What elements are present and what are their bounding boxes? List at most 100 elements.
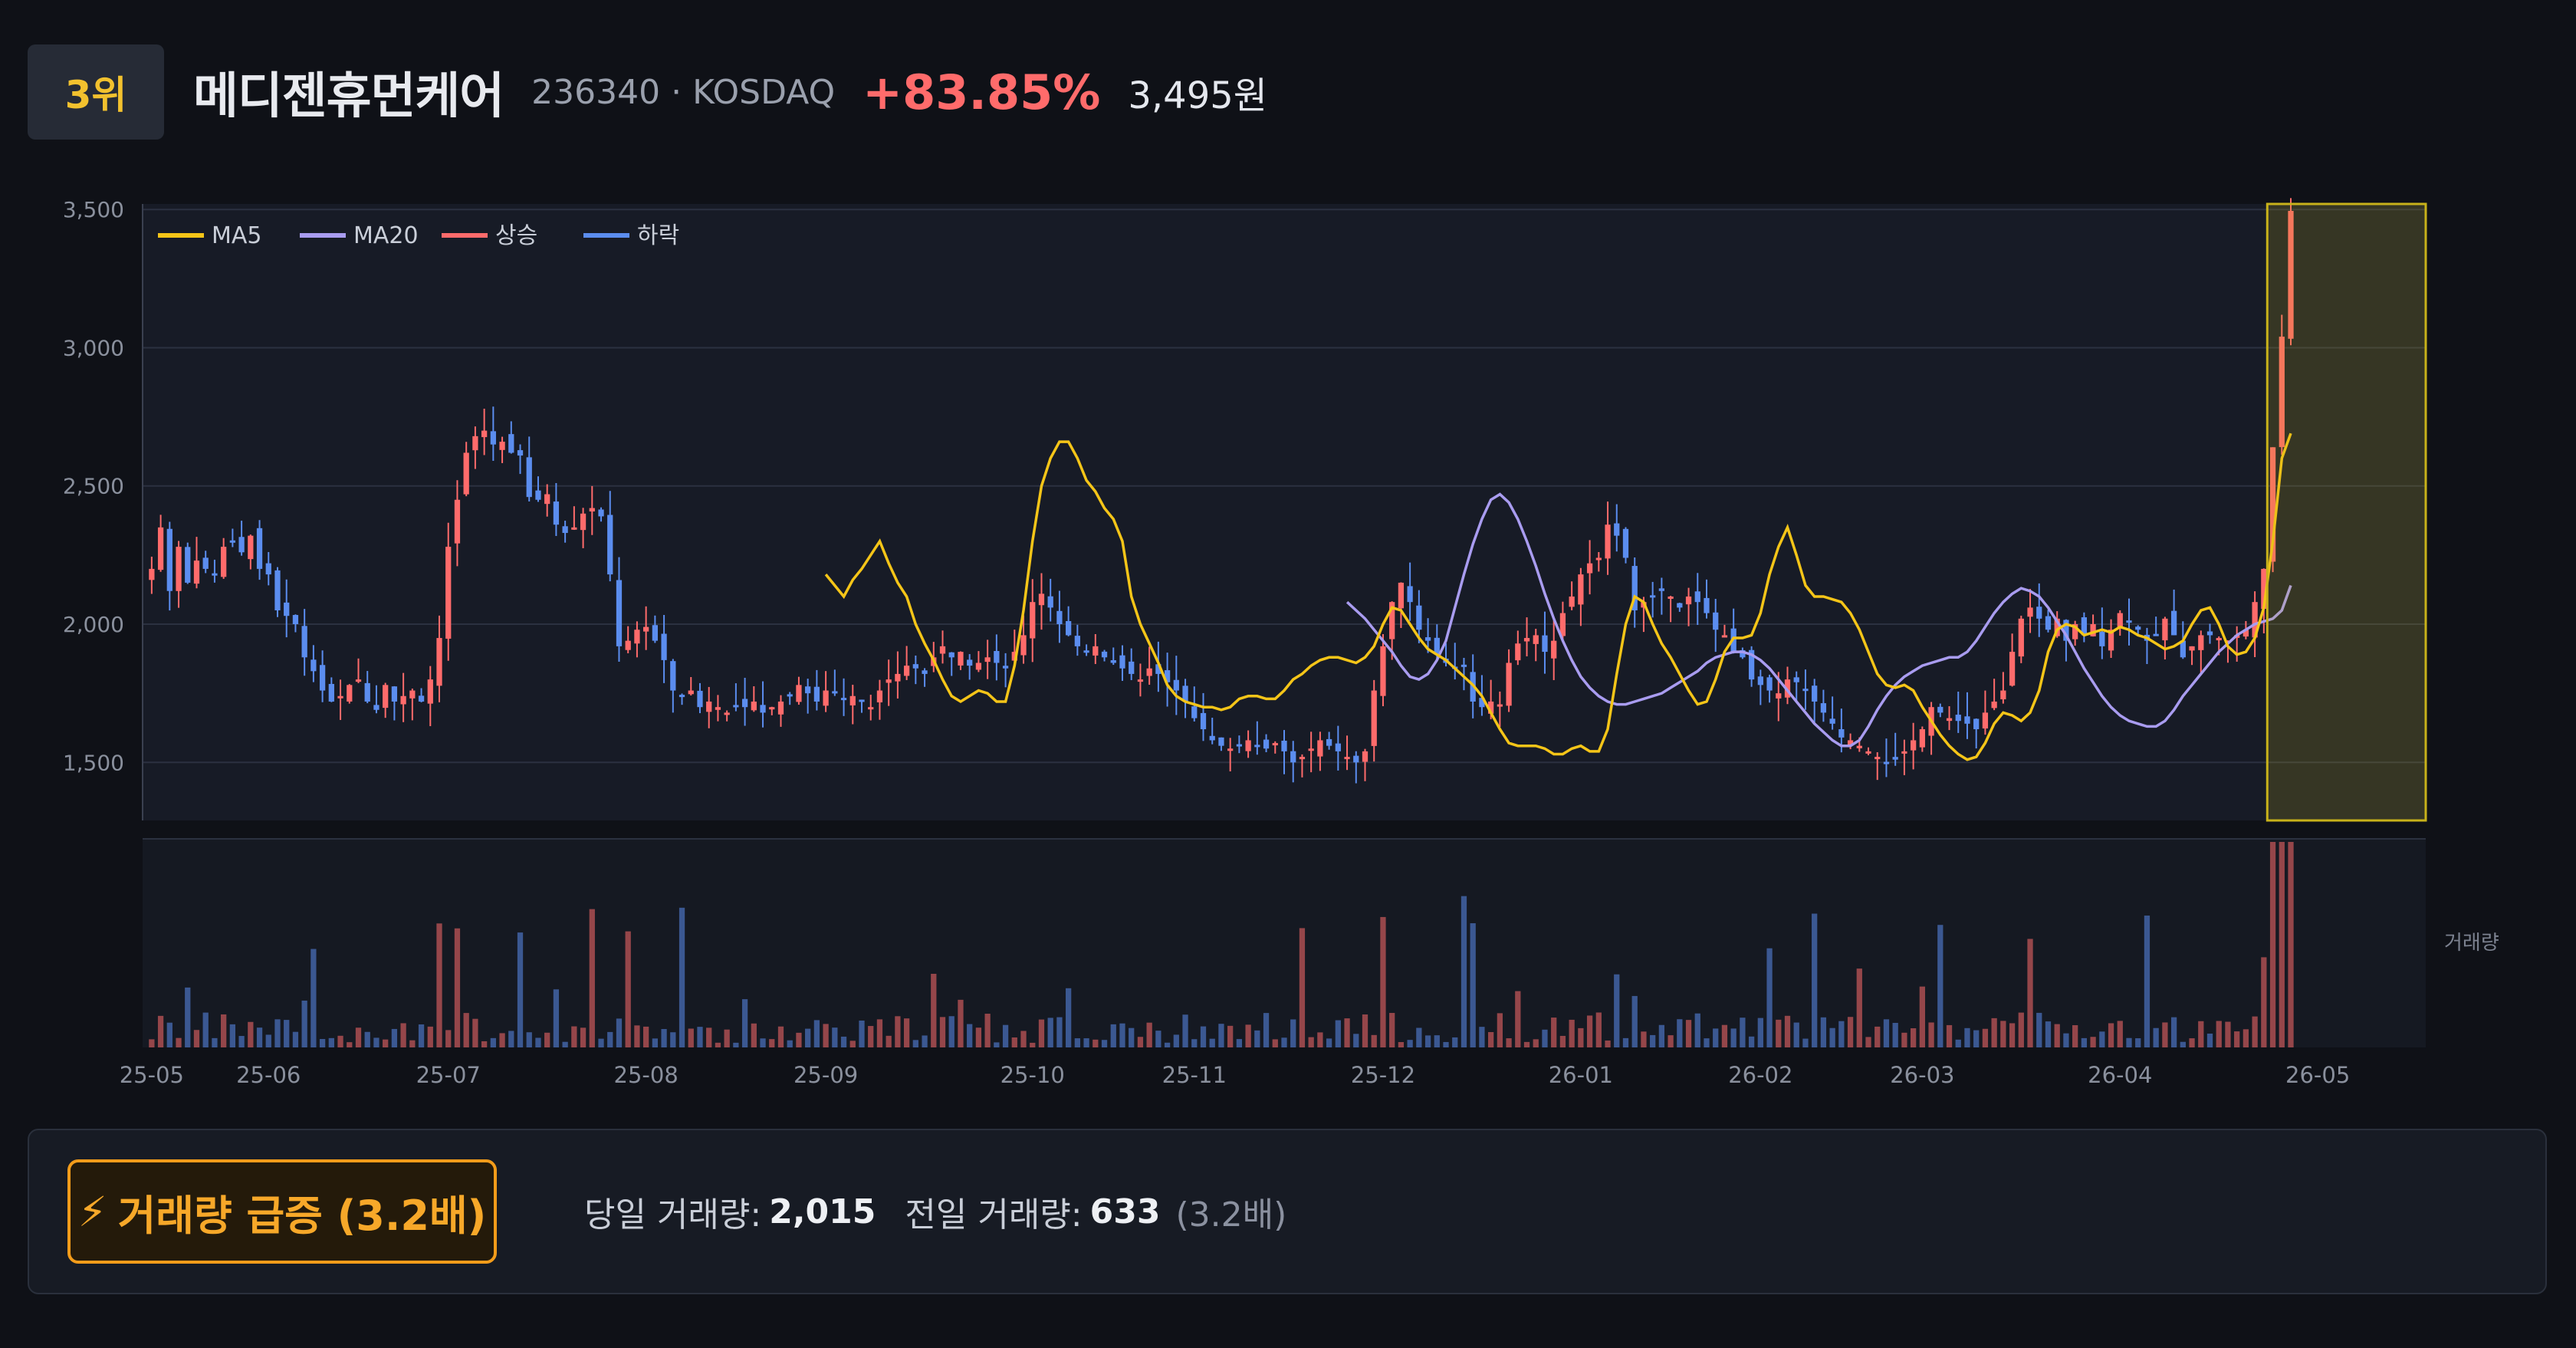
candle-body: [319, 665, 326, 691]
volume-bar: [1595, 1012, 1602, 1047]
candle-body: [2198, 635, 2204, 650]
candle-body: [1137, 679, 1144, 682]
volume-bar: [607, 1031, 613, 1047]
volume-bar: [193, 1030, 200, 1047]
volume-bar: [751, 1023, 757, 1047]
candle-body: [472, 436, 478, 451]
volume-bar: [1856, 968, 1862, 1047]
volume-bar: [1155, 1031, 1162, 1047]
candle-body: [922, 670, 928, 674]
volume-bar: [1460, 896, 1467, 1047]
volume-bar: [310, 949, 317, 1047]
volume-bar: [1542, 1029, 1548, 1047]
volume-bar: [1272, 1039, 1278, 1047]
volume-bar: [499, 1033, 505, 1047]
candle-body: [562, 526, 568, 534]
volume-bar: [409, 1040, 416, 1047]
candle-body: [1020, 635, 1027, 656]
volume-bar: [1227, 1025, 1234, 1047]
candle-body: [2000, 690, 2006, 700]
volume-surge-badge[interactable]: ⚡ 거래량 급증 (3.2배): [67, 1159, 497, 1264]
volume-bar: [1380, 916, 1386, 1047]
candle-body: [2170, 610, 2177, 636]
candle-body: [1074, 636, 1080, 646]
volume-bar: [1263, 1013, 1270, 1047]
volume-bar: [221, 1014, 227, 1047]
volume-bar: [832, 1027, 838, 1047]
candle-body: [1865, 751, 1871, 754]
candle-body: [1964, 716, 1970, 724]
volume-bar: [796, 1032, 802, 1047]
volume-bar: [1002, 1024, 1009, 1047]
candle-body: [1083, 650, 1089, 653]
candle-body: [1460, 664, 1467, 667]
volume-bar: [400, 1023, 406, 1047]
volume-bar: [383, 1039, 389, 1047]
volume-bar: [1488, 1031, 1494, 1047]
volume-bar: [481, 1041, 488, 1047]
x-axis-ticks: 25-05 25-06 25-07 25-08 25-09 25-10 25-11 25-12…: [120, 1062, 2351, 1088]
candle-body: [813, 686, 820, 702]
volume-bar: [1955, 1039, 1961, 1047]
x-tick-label: 25-05: [120, 1062, 184, 1088]
volume-bar: [1200, 1026, 1207, 1047]
candle-body: [939, 646, 946, 654]
candle-body: [1272, 743, 1278, 746]
volume-bar: [1812, 913, 1818, 1047]
x-tick-label: 25-06: [236, 1062, 301, 1088]
candle-body: [832, 691, 838, 694]
volume-bar: [1740, 1018, 1746, 1047]
volume-bar: [2189, 1038, 2195, 1047]
volume-bar: [1299, 928, 1306, 1047]
candle-body: [2162, 618, 2168, 641]
volume-bar: [1838, 1021, 1845, 1047]
volume-bar: [1910, 1028, 1917, 1047]
candle-body: [1955, 715, 1961, 722]
volume-bar: [2216, 1021, 2222, 1047]
volume-bar: [1164, 1042, 1171, 1047]
candle-body: [741, 699, 748, 708]
volume-axis-label: 거래량: [2444, 932, 2499, 955]
candle-body: [166, 528, 172, 591]
volume-bar: [1119, 1023, 1125, 1047]
volume-bar: [1191, 1039, 1198, 1047]
volume-bar: [948, 1016, 955, 1047]
volume-bar: [1011, 1037, 1017, 1047]
candle-body: [355, 679, 362, 682]
candle-body: [221, 547, 227, 577]
candle-body: [886, 679, 892, 683]
volume-bar: [347, 1042, 353, 1047]
volume-bar: [688, 1028, 694, 1047]
candle-body: [418, 695, 425, 702]
volume-bar: [1407, 1040, 1413, 1047]
volume-bar: [1344, 1018, 1350, 1047]
prev-volume-value: 633: [1089, 1192, 1161, 1231]
volume-bar: [337, 1035, 343, 1047]
candle-body: [1901, 751, 1907, 754]
candle-body: [1344, 757, 1350, 760]
candle-body: [1254, 745, 1260, 748]
volume-bar: [2036, 1012, 2042, 1047]
volume-bar: [328, 1037, 334, 1047]
volume-bar: [1416, 1027, 1422, 1047]
candle-body: [337, 695, 343, 699]
volume-bar: [1946, 1024, 1953, 1047]
today-volume-value: 2,015: [769, 1192, 876, 1231]
volume-bar: [1622, 1037, 1629, 1047]
volume-bar: [1281, 1037, 1287, 1047]
volume-bar: [1209, 1038, 1215, 1047]
volume-bar: [1101, 1040, 1108, 1047]
candle-body: [1290, 751, 1296, 763]
volume-bar: [777, 1026, 784, 1047]
volume-bar: [212, 1037, 218, 1047]
x-tick-label: 25-11: [1162, 1062, 1227, 1088]
volume-bar: [580, 1027, 586, 1047]
candle-body: [301, 626, 307, 658]
candle-body: [1047, 596, 1053, 608]
volume-bar: [1452, 1037, 1458, 1047]
volume-bar: [1730, 1028, 1737, 1047]
volume-ratio: (3.2배): [1175, 1195, 1287, 1235]
volume-bar: [1569, 1019, 1575, 1047]
candle-body: [670, 661, 676, 691]
volume-area: [143, 839, 2426, 1047]
